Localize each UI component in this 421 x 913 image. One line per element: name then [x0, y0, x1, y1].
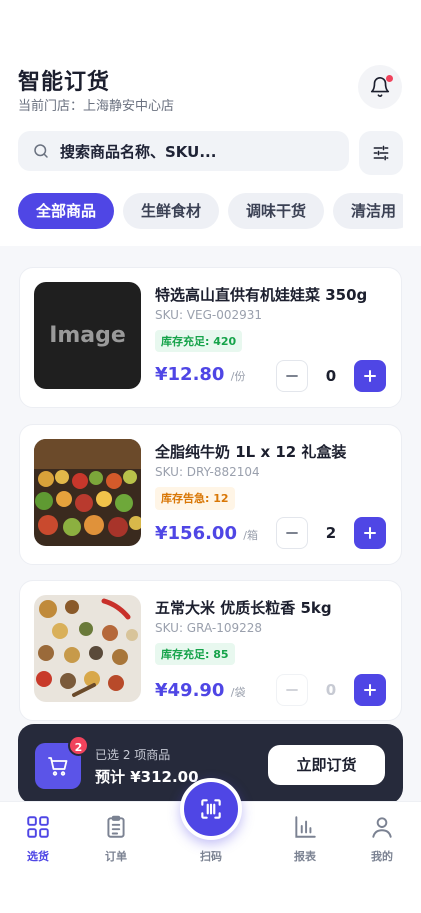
product-image-placeholder: Image	[34, 282, 141, 389]
header: 智能订货 当前门店：上海静安中心店 搜索商品名称、SKU... 全部商品 生鲜食材…	[0, 0, 421, 246]
decrease-button[interactable]	[276, 674, 308, 706]
quantity-value[interactable]: 2	[312, 517, 350, 549]
quantity-value[interactable]: 0	[312, 360, 350, 392]
image-placeholder-label: Image	[49, 323, 126, 348]
quantity-stepper: 0	[276, 360, 386, 392]
tab-label: 选货	[27, 850, 49, 863]
decrease-button[interactable]	[276, 517, 308, 549]
product-sku: SKU: GRA-109228	[155, 621, 263, 635]
price-value: ¥156.00	[155, 523, 237, 544]
tab-profile[interactable]: 我的	[352, 814, 412, 864]
tab-label: 订单	[105, 850, 127, 863]
cart-icon	[48, 757, 68, 776]
price-value: ¥49.90	[155, 680, 225, 701]
product-sku: SKU: DRY-882104	[155, 465, 260, 479]
search-input[interactable]: 搜索商品名称、SKU...	[18, 131, 349, 171]
cart-total: 预计 ¥312.00	[95, 768, 199, 786]
scan-button[interactable]	[180, 778, 242, 840]
product-image	[34, 439, 141, 546]
product-price: ¥156.00 /箱	[155, 523, 258, 544]
notification-button[interactable]	[358, 65, 402, 109]
notification-dot	[386, 75, 393, 82]
search-placeholder: 搜索商品名称、SKU...	[60, 142, 217, 161]
current-store: 当前门店：上海静安中心店	[18, 99, 175, 114]
price-unit: /箱	[243, 529, 258, 542]
tab-label: 我的	[371, 850, 393, 863]
search-icon	[34, 144, 48, 158]
quantity-value[interactable]: 0	[312, 674, 350, 706]
stock-badge: 库存告急: 12	[155, 487, 235, 510]
tab-select[interactable]: 选货	[8, 814, 68, 864]
product-name: 特选高山直供有机娃娃菜 350g	[155, 286, 368, 304]
increase-button[interactable]	[354, 674, 386, 706]
cart-count-badge: 2	[68, 735, 89, 756]
plus-icon	[364, 527, 376, 539]
tab-orders[interactable]: 订单	[86, 814, 146, 864]
stock-badge: 库存充足: 420	[155, 330, 243, 352]
page-title: 智能订货	[18, 70, 111, 95]
product-price: ¥49.90 /袋	[155, 680, 245, 701]
tab-label: 报表	[294, 850, 316, 863]
minus-icon	[286, 532, 298, 534]
plus-icon	[364, 370, 376, 382]
category-chip-cleaning[interactable]: 清洁用	[333, 193, 403, 229]
product-name: 全脂纯牛奶 1L x 12 礼盒装	[155, 443, 347, 461]
product-list: Image 特选高山直供有机娃娃菜 350g SKU: VEG-002931 库…	[0, 246, 421, 802]
product-sku: SKU: VEG-002931	[155, 308, 263, 322]
increase-button[interactable]	[354, 517, 386, 549]
sliders-icon	[373, 145, 389, 161]
product-card[interactable]: Image 特选高山直供有机娃娃菜 350g SKU: VEG-002931 库…	[19, 267, 402, 408]
plus-icon	[364, 684, 376, 696]
category-chip-fresh[interactable]: 生鲜食材	[123, 193, 220, 229]
grid-icon	[27, 816, 49, 838]
stock-badge: 库存充足: 85	[155, 643, 235, 665]
increase-button[interactable]	[354, 360, 386, 392]
category-chip-all[interactable]: 全部商品	[18, 193, 115, 229]
tab-scan-label: 扫码	[200, 850, 222, 863]
order-now-button[interactable]: 立即订货	[268, 745, 385, 785]
minus-icon	[286, 689, 298, 691]
user-icon	[372, 817, 392, 838]
bar-chart-icon	[295, 816, 316, 838]
decrease-button[interactable]	[276, 360, 308, 392]
clipboard-icon	[107, 815, 125, 838]
product-image	[34, 595, 141, 702]
category-chip-seasoning[interactable]: 调味干货	[228, 193, 325, 229]
price-unit: /袋	[230, 686, 246, 699]
product-name: 五常大米 优质长粒香 5kg	[155, 599, 332, 617]
scan-icon	[201, 799, 221, 819]
quantity-stepper: 2	[276, 517, 386, 549]
product-price: ¥12.80 /份	[155, 364, 245, 385]
price-value: ¥12.80	[155, 364, 225, 385]
product-card[interactable]: 五常大米 优质长粒香 5kg SKU: GRA-109228 库存充足: 85 …	[19, 580, 402, 721]
tab-reports[interactable]: 报表	[275, 814, 335, 864]
category-tabs: 全部商品 生鲜食材 调味干货 清洁用	[18, 193, 403, 231]
price-unit: /份	[230, 370, 246, 383]
filter-button[interactable]	[359, 131, 403, 175]
minus-icon	[286, 375, 298, 377]
cart-selected-count: 已选 2 项商品	[95, 748, 171, 762]
product-card[interactable]: 全脂纯牛奶 1L x 12 礼盒装 SKU: DRY-882104 库存告急: …	[19, 424, 402, 565]
quantity-stepper: 0	[276, 674, 386, 706]
